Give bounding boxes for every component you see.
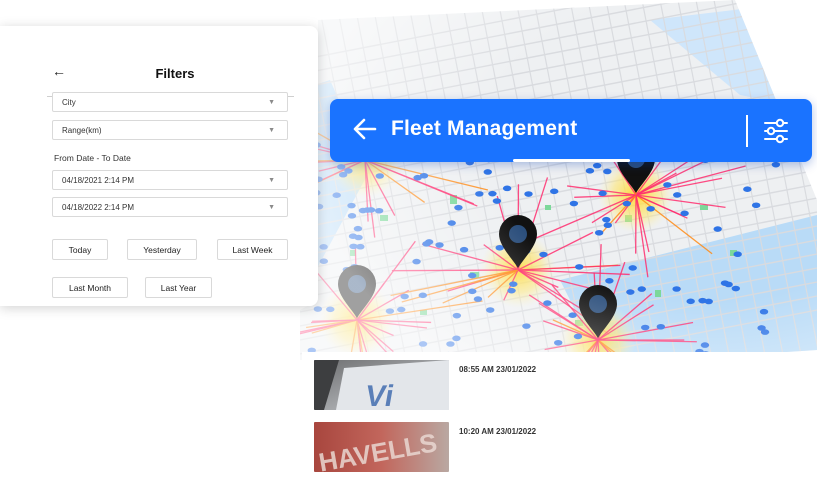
from-date-value: 04/18/2021 2:14 PM xyxy=(62,176,135,185)
to-date-value: 04/18/2022 2:14 PM xyxy=(62,203,135,212)
arrow-left-icon[interactable] xyxy=(351,115,379,143)
event-timestamp: 08:55 AM 23/01/2022 xyxy=(459,365,537,374)
snapshot-text: Vi xyxy=(363,380,397,410)
last-week-button[interactable]: Last Week xyxy=(217,239,288,260)
date-range-label: From Date - To Date xyxy=(54,153,131,163)
chevron-down-icon: ▼ xyxy=(268,177,275,184)
city-select-value: City xyxy=(62,98,76,107)
range-select[interactable]: Range(km) ▼ xyxy=(52,120,288,140)
event-timestamp: 10:20 AM 23/01/2022 xyxy=(459,427,537,436)
range-select-value: Range(km) xyxy=(62,126,102,135)
chevron-down-icon: ▼ xyxy=(268,204,275,211)
from-date-field[interactable]: 04/18/2021 2:14 PM ▼ xyxy=(52,170,288,190)
city-select[interactable]: City ▼ xyxy=(52,92,288,112)
yesterday-button[interactable]: Yesterday xyxy=(127,239,197,260)
last-month-button[interactable]: Last Month xyxy=(52,277,128,298)
chevron-down-icon: ▼ xyxy=(268,127,275,134)
chevron-down-icon: ▼ xyxy=(268,99,275,106)
filters-title: Filters xyxy=(155,66,195,81)
fleet-header: Fleet Management xyxy=(330,99,812,162)
map-fade xyxy=(280,0,817,370)
last-year-button[interactable]: Last Year xyxy=(145,277,212,298)
event-feed: Vi 08:55 AM 23/01/2022 HAVELLS 10:20 AM … xyxy=(302,352,817,499)
divider xyxy=(746,115,748,147)
to-date-field[interactable]: 04/18/2022 2:14 PM ▼ xyxy=(52,197,288,217)
snapshot-image[interactable]: Vi xyxy=(314,360,449,410)
page-title: Fleet Management xyxy=(391,117,578,140)
active-tab-indicator xyxy=(513,159,630,162)
today-button[interactable]: Today xyxy=(52,239,108,260)
filters-panel: ← Filters City ▼ Range(km) ▼ From Date -… xyxy=(0,26,318,306)
snapshot-image[interactable]: HAVELLS xyxy=(314,422,449,472)
sliders-icon[interactable] xyxy=(763,118,789,144)
